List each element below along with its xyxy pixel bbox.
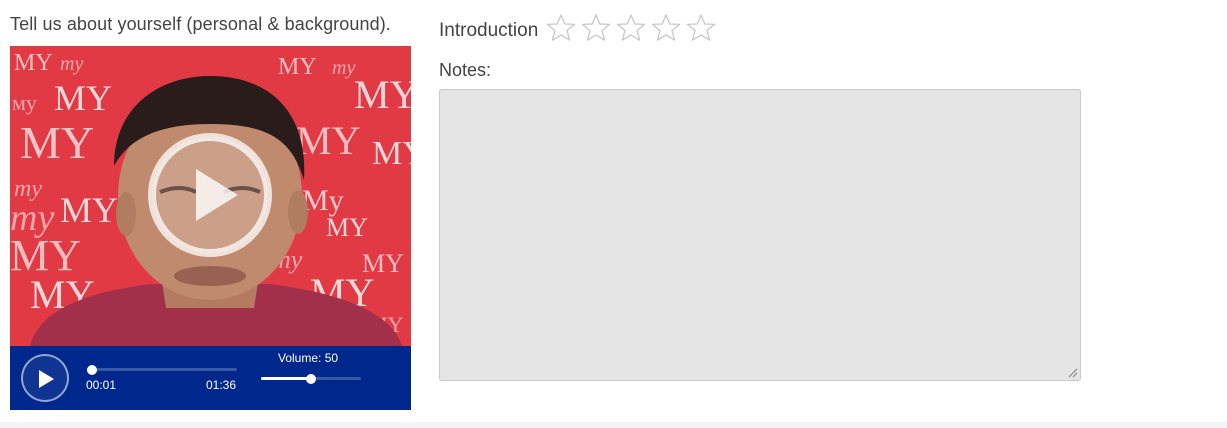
volume-level xyxy=(261,377,311,380)
volume-handle[interactable] xyxy=(306,374,316,384)
volume-slider[interactable] xyxy=(261,374,361,384)
volume-label: Volume: 50 xyxy=(278,351,339,365)
star-outline-icon[interactable] xyxy=(651,13,681,43)
play-icon xyxy=(39,370,54,388)
backdrop-text-9: MY xyxy=(60,190,118,230)
backdrop-text-3: MY xyxy=(354,72,411,117)
rating-label: Introduction xyxy=(439,20,539,41)
svg-text:my: my xyxy=(60,53,83,75)
star-outline-icon[interactable] xyxy=(546,13,576,43)
notes-textarea[interactable] xyxy=(439,89,1081,381)
backdrop-text-8: MY xyxy=(326,213,368,242)
star-rating[interactable] xyxy=(546,13,716,43)
notes-label: Notes: xyxy=(439,60,492,80)
question-text: Tell us about yourself (personal & backg… xyxy=(10,14,391,34)
backdrop-text-7: MY xyxy=(372,135,411,172)
big-play-button[interactable] xyxy=(146,131,274,259)
current-time: 00:01 xyxy=(86,378,117,392)
star-outline-icon[interactable] xyxy=(616,13,646,43)
page-footer-strip xyxy=(0,422,1227,428)
backdrop-text-2: MY xyxy=(278,54,317,80)
question-panel: Tell us about yourself (personal & backg… xyxy=(10,12,412,410)
backdrop-text-4: MY xyxy=(54,78,112,118)
star-outline-icon[interactable] xyxy=(581,13,611,43)
seek-bar[interactable] xyxy=(87,365,237,375)
backdrop-text-5: MY xyxy=(20,117,94,168)
backdrop-text-1: MY xyxy=(14,50,53,76)
interview-review-page: Tell us about yourself (personal & backg… xyxy=(0,0,1227,428)
seek-handle[interactable] xyxy=(87,365,97,375)
total-time: 01:36 xyxy=(206,378,237,392)
resize-grip-icon[interactable] xyxy=(1066,366,1078,378)
video-controls: 00:01 01:36 Volume: 50 xyxy=(10,346,411,410)
video-frame[interactable]: MY my MY my MY ᴍy MY MY MY MY my My my M… xyxy=(10,46,411,346)
play-icon xyxy=(148,133,272,257)
backdrop-text-6: MY xyxy=(296,118,360,163)
star-outline-icon[interactable] xyxy=(686,13,716,43)
play-button[interactable] xyxy=(21,354,69,402)
video-player[interactable]: MY my MY my MY ᴍy MY MY MY MY my My my M… xyxy=(10,46,411,410)
svg-text:ᴍy: ᴍy xyxy=(12,90,37,115)
svg-text:my: my xyxy=(332,57,355,79)
